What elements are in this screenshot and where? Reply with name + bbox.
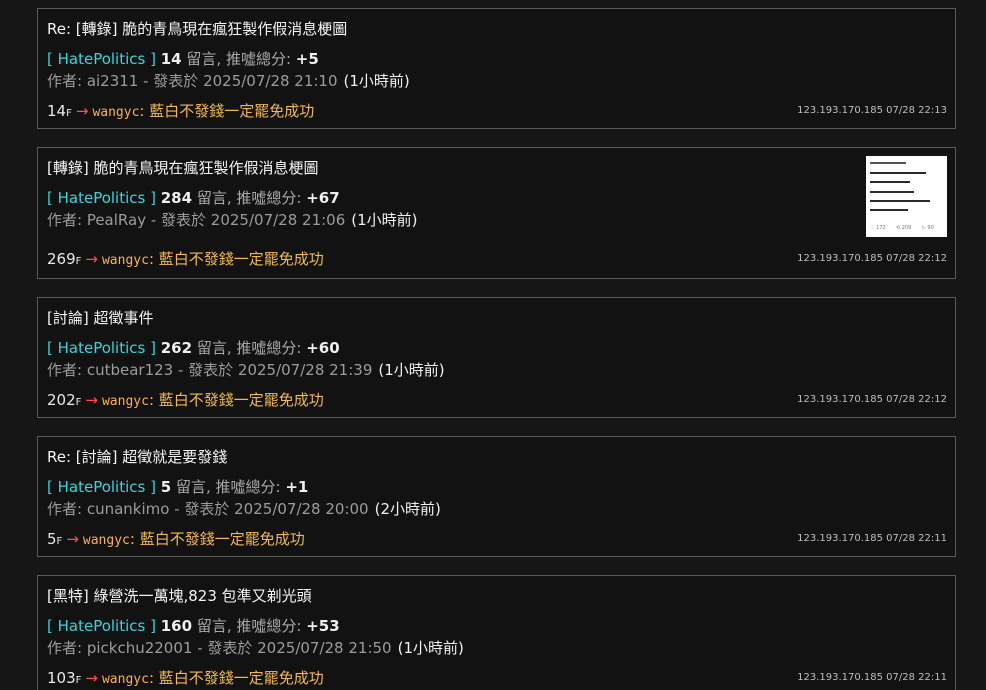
- latest-push: 103F → wangyc: 藍白不發錢一定罷免成功: [47, 669, 324, 687]
- post-title[interactable]: Re: [討論] 超徵就是要發錢: [47, 446, 227, 467]
- floor-suffix: F: [75, 256, 82, 267]
- push-username: wangyc: [92, 105, 140, 120]
- push-ip-date: 123.193.170.185 07/28 22:13: [797, 105, 947, 116]
- push-text: 藍白不發錢一定罷免成功: [139, 530, 305, 548]
- comments-label: 留言, 推噓總分:: [175, 478, 281, 496]
- comments-label: 留言, 推噓總分:: [186, 50, 291, 68]
- floor-suffix: F: [66, 108, 72, 119]
- post-thumbnail-image[interactable]: ♡ 172 ⟲ 209 ▷ 90: [866, 156, 947, 237]
- push-username: wangyc: [101, 394, 149, 409]
- floor-suffix: F: [75, 675, 82, 686]
- post-meta: [ HatePolitics ] 5 留言, 推噓總分: +1: [47, 476, 308, 497]
- author-info: 作者: PealRay - 發表於 2025/07/28 21:06: [47, 211, 346, 229]
- latest-push: 5F → wangyc: 藍白不發錢一定罷免成功: [47, 530, 305, 548]
- post-card[interactable]: Re: [討論] 超徵就是要發錢 [ HatePolitics ] 5 留言, …: [37, 436, 956, 557]
- comments-label: 留言, 推噓總分:: [196, 617, 302, 635]
- push-ip-date: 123.193.170.185 07/28 22:11: [797, 533, 947, 544]
- board-tag[interactable]: [ HatePolitics ]: [47, 189, 156, 207]
- post-card[interactable]: [轉錄] 脆的青鳥現在瘋狂製作假消息梗圖 [ HatePolitics ] 28…: [37, 147, 956, 279]
- time-ago: (1小時前): [351, 211, 418, 229]
- comment-count: 284: [160, 189, 193, 207]
- post-card[interactable]: [黑特] 綠營洗一萬塊,823 包準又剃光頭 [ HatePolitics ] …: [37, 575, 956, 690]
- author-line: 作者: cutbear123 - 發表於 2025/07/28 21:39 (1小…: [47, 359, 445, 380]
- post-title[interactable]: Re: [轉錄] 脆的青鳥現在瘋狂製作假消息梗圖: [47, 18, 347, 39]
- push-score: +53: [306, 617, 340, 635]
- post-title[interactable]: [討論] 超徵事件: [47, 307, 153, 328]
- push-ip-date: 123.193.170.185 07/28 22:12: [797, 253, 947, 264]
- floor-number: 202: [47, 391, 76, 409]
- arrow-icon: →: [85, 669, 98, 687]
- arrow-icon: →: [85, 391, 98, 409]
- arrow-icon: →: [85, 250, 98, 268]
- post-meta: [ HatePolitics ] 262 留言, 推噓總分: +60: [47, 337, 340, 358]
- push-score: +1: [285, 478, 309, 496]
- push-ip-date: 123.193.170.185 07/28 22:11: [797, 672, 947, 683]
- post-card[interactable]: [討論] 超徵事件 [ HatePolitics ] 262 留言, 推噓總分:…: [37, 297, 956, 418]
- comment-count: 160: [160, 617, 193, 635]
- time-ago: (1小時前): [378, 361, 445, 379]
- push-username: wangyc: [101, 672, 149, 687]
- push-text: 藍白不發錢一定罷免成功: [158, 391, 324, 409]
- post-meta: [ HatePolitics ] 14 留言, 推噓總分: +5: [47, 48, 319, 69]
- floor-number: 14: [47, 102, 67, 120]
- author-info: 作者: cunankimo - 發表於 2025/07/28 20:00: [47, 500, 369, 518]
- push-text: 藍白不發錢一定罷免成功: [158, 250, 324, 268]
- arrow-icon: →: [66, 530, 79, 548]
- post-list: Re: [轉錄] 脆的青鳥現在瘋狂製作假消息梗圖 [ HatePolitics …: [0, 0, 986, 690]
- latest-push: 269F → wangyc: 藍白不發錢一定罷免成功: [47, 250, 324, 268]
- floor-number: 269: [47, 250, 76, 268]
- time-ago: (1小時前): [343, 72, 410, 90]
- post-meta: [ HatePolitics ] 160 留言, 推噓總分: +53: [47, 615, 340, 636]
- push-text: 藍白不發錢一定罷免成功: [149, 102, 315, 120]
- push-ip-date: 123.193.170.185 07/28 22:12: [797, 394, 947, 405]
- comments-label: 留言, 推噓總分:: [196, 339, 302, 357]
- comment-count: 262: [160, 339, 193, 357]
- push-text: 藍白不發錢一定罷免成功: [158, 669, 324, 687]
- board-tag[interactable]: [ HatePolitics ]: [47, 478, 156, 496]
- push-score: +67: [306, 189, 340, 207]
- comment-count: 14: [160, 50, 182, 68]
- post-meta: [ HatePolitics ] 284 留言, 推噓總分: +67: [47, 187, 340, 208]
- author-line: 作者: cunankimo - 發表於 2025/07/28 20:00 (2小時…: [47, 498, 441, 519]
- board-tag[interactable]: [ HatePolitics ]: [47, 50, 156, 68]
- post-title[interactable]: [黑特] 綠營洗一萬塊,823 包準又剃光頭: [47, 585, 312, 606]
- author-line: 作者: PealRay - 發表於 2025/07/28 21:06 (1小時前): [47, 209, 418, 230]
- author-info: 作者: cutbear123 - 發表於 2025/07/28 21:39: [47, 361, 373, 379]
- comment-count: 5: [160, 478, 172, 496]
- author-line: 作者: pickchu22001 - 發表於 2025/07/28 21:50 (…: [47, 637, 464, 658]
- time-ago: (1小時前): [397, 639, 464, 657]
- author-info: 作者: ai2311 - 發表於 2025/07/28 21:10: [47, 72, 338, 90]
- floor-suffix: F: [75, 397, 82, 408]
- latest-push: 202F → wangyc: 藍白不發錢一定罷免成功: [47, 391, 324, 409]
- post-title[interactable]: [轉錄] 脆的青鳥現在瘋狂製作假消息梗圖: [47, 157, 318, 178]
- push-score: +60: [306, 339, 340, 357]
- floor-suffix: F: [56, 536, 63, 547]
- post-card[interactable]: Re: [轉錄] 脆的青鳥現在瘋狂製作假消息梗圖 [ HatePolitics …: [37, 8, 956, 129]
- floor-number: 103: [47, 669, 76, 687]
- board-tag[interactable]: [ HatePolitics ]: [47, 617, 156, 635]
- author-info: 作者: pickchu22001 - 發表於 2025/07/28 21:50: [47, 639, 392, 657]
- latest-push: 14F → wangyc: 藍白不發錢一定罷免成功: [47, 102, 315, 120]
- floor-number: 5: [47, 530, 57, 548]
- board-tag[interactable]: [ HatePolitics ]: [47, 339, 156, 357]
- push-score: +5: [295, 50, 319, 68]
- comments-label: 留言, 推噓總分:: [196, 189, 302, 207]
- time-ago: (2小時前): [374, 500, 441, 518]
- author-line: 作者: ai2311 - 發表於 2025/07/28 21:10 (1小時前): [47, 70, 410, 91]
- arrow-icon: →: [75, 102, 89, 120]
- push-username: wangyc: [101, 253, 149, 268]
- push-username: wangyc: [82, 533, 130, 548]
